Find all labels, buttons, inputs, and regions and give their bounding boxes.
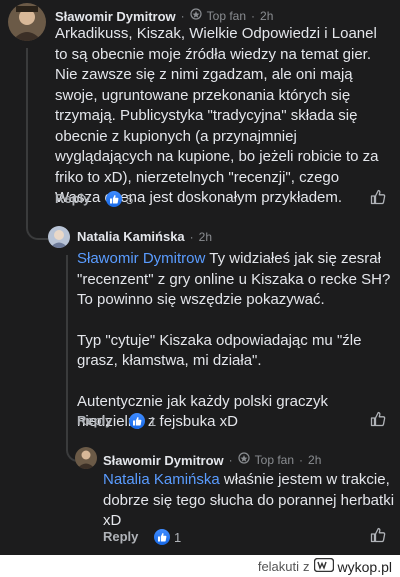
comment-text: Natalia Kamińska właśnie jestem w trakci… xyxy=(103,470,395,532)
like-reaction-icon xyxy=(154,529,170,545)
mention-link[interactable]: Natalia Kamińska xyxy=(103,471,220,488)
comment-author[interactable]: Sławomir Dymitrow xyxy=(103,453,224,468)
text-line: dobrze się tego słucha do porannej herba… xyxy=(103,491,395,509)
comment-time[interactable]: 2h xyxy=(199,230,212,244)
reaction-count: 1 xyxy=(149,413,157,429)
avatar[interactable] xyxy=(8,3,46,41)
avatar[interactable] xyxy=(48,226,70,248)
avatar[interactable] xyxy=(75,447,97,469)
comment-author[interactable]: Natalia Kamińska xyxy=(77,229,185,244)
like-reaction-icon xyxy=(129,413,145,429)
reply-button[interactable]: Reply xyxy=(55,191,90,206)
watermark-separator: z xyxy=(303,559,310,574)
separator-dot: · xyxy=(189,229,194,244)
text-paragraph: Autentycznie jak każdy polski graczyk ni… xyxy=(77,392,328,431)
text-line: "recenzent" z gry online u Kiszaka o rec… xyxy=(77,270,391,288)
comment-time[interactable]: 2h xyxy=(260,9,273,23)
reaction-count: 1 xyxy=(174,529,182,545)
text-line: xD xyxy=(103,512,122,529)
thread-line xyxy=(66,255,68,451)
reaction-summary[interactable]: 1 xyxy=(129,413,156,429)
separator-dot: · xyxy=(180,9,185,23)
thread-line xyxy=(26,48,48,240)
separator-dot: · xyxy=(251,9,256,23)
comment-author[interactable]: Sławomir Dymitrow xyxy=(55,9,176,24)
like-button-icon[interactable] xyxy=(370,189,386,210)
reply-button[interactable]: Reply xyxy=(103,529,138,544)
reaction-summary[interactable]: 5 xyxy=(106,191,133,207)
text-line: Ty widziałeś jak się zesrał xyxy=(209,250,381,267)
reply-button[interactable]: Reply xyxy=(77,413,112,428)
top-fan-badge: Top fan xyxy=(206,9,247,23)
separator-dot: · xyxy=(299,453,304,467)
text-line: To powinno się wszędzie pokazywać. xyxy=(77,291,325,308)
top-fan-icon xyxy=(190,7,202,25)
text-paragraph: Typ "cytuje" Kiszaka odpowiadając mu "źl… xyxy=(77,331,362,370)
watermark-brand: wykop.pl xyxy=(337,558,392,575)
wykop-logo-icon xyxy=(313,557,334,575)
watermark-username: felakuti xyxy=(257,559,300,574)
like-button-icon[interactable] xyxy=(370,527,386,548)
text-line: właśnie jestem w trakcie, xyxy=(223,471,390,488)
like-button-icon[interactable] xyxy=(370,411,386,432)
reaction-count: 5 xyxy=(126,191,134,207)
reaction-summary[interactable]: 1 xyxy=(154,529,181,545)
top-fan-badge: Top fan xyxy=(254,453,295,467)
mention-link[interactable]: Sławomir Dymitrow xyxy=(77,250,205,267)
separator-dot: · xyxy=(228,453,233,467)
watermark-bar: felakuti z wykop.pl xyxy=(0,555,400,577)
comment-text: Arkadikuss, Kiszak, Wielkie Odpowiedzi i… xyxy=(55,25,379,206)
comment-text: Sławomir Dymitrow Ty widziałeś jak się z… xyxy=(77,249,392,433)
top-fan-icon xyxy=(238,451,250,469)
like-reaction-icon xyxy=(106,191,122,207)
comment-time[interactable]: 2h xyxy=(308,453,321,467)
